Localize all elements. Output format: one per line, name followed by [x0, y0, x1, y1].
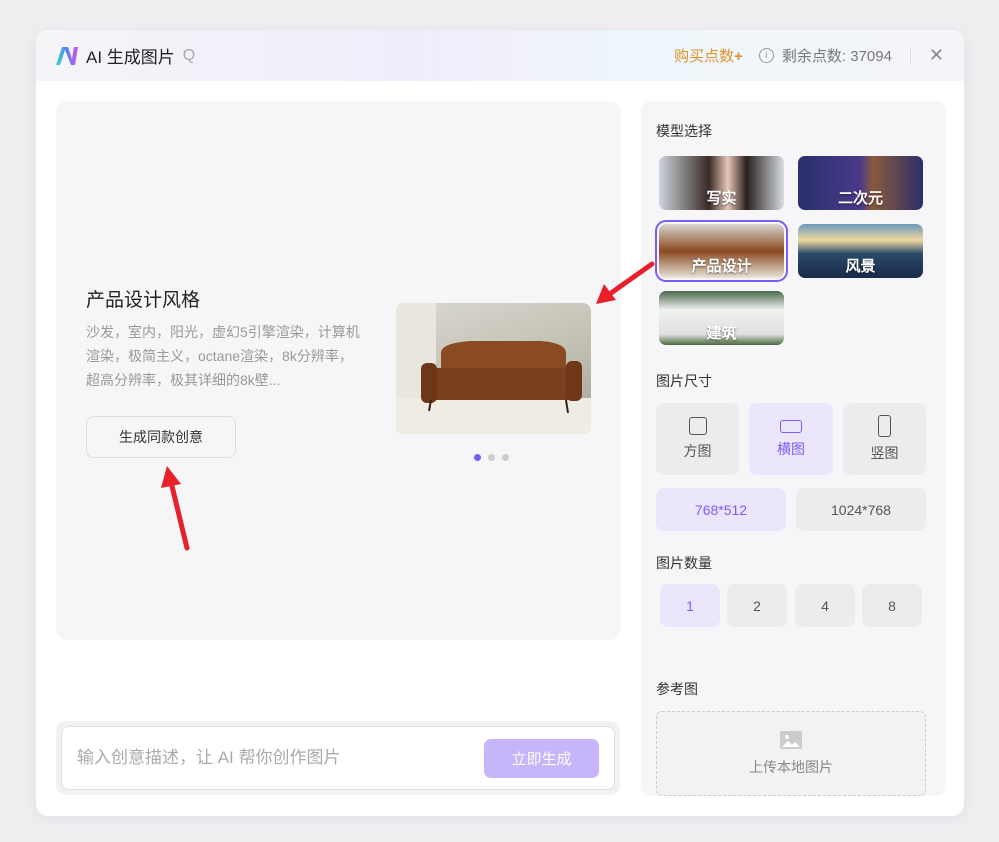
ai-image-dialog: AI 生成图片 Q 购买点数+ i 剩余点数: 37094 ✕ 产品设计风格 沙… [36, 30, 964, 816]
search-icon[interactable]: Q [183, 47, 195, 65]
dialog-title: AI 生成图片 [86, 48, 175, 67]
model-section-title: 模型选择 [656, 123, 712, 139]
divider [909, 46, 911, 65]
generate-similar-button[interactable]: 生成同款创意 [86, 416, 236, 458]
count-8[interactable]: 8 [862, 584, 922, 627]
remaining-points: 剩余点数: 37094 [781, 48, 892, 65]
carousel-dots [474, 454, 509, 461]
info-icon[interactable]: i [758, 48, 774, 63]
prompt-input[interactable] [77, 748, 484, 768]
count-2[interactable]: 2 [727, 584, 787, 627]
shape-portrait-button[interactable]: 竖图 [843, 403, 926, 475]
model-anime[interactable]: 二次元 [798, 156, 923, 210]
style-title: 产品设计风格 [86, 290, 201, 311]
preview-card: 产品设计风格 沙发，室内，阳光，虚幻5引擎渲染，计算机渲染，极简主义，octan… [56, 101, 621, 640]
shape-square-button[interactable]: 方图 [656, 403, 739, 475]
upload-reference-area[interactable]: 上传本地图片 [656, 711, 926, 796]
close-button[interactable]: ✕ [929, 45, 944, 66]
model-architecture[interactable]: 建筑 [659, 291, 784, 345]
prompt-bar: 立即生成 [56, 721, 620, 795]
app-logo-icon [56, 46, 78, 65]
reference-section-title: 参考图 [656, 681, 698, 697]
dialog-header: AI 生成图片 Q 购买点数+ i 剩余点数: 37094 ✕ [36, 30, 964, 81]
size-section-title: 图片尺寸 [656, 373, 712, 389]
buy-points-label: 购买点数 [674, 48, 735, 65]
count-1[interactable]: 1 [660, 584, 720, 627]
resolution-1024x768[interactable]: 1024*768 [796, 488, 926, 531]
count-section-title: 图片数量 [656, 555, 712, 571]
upload-label: 上传本地图片 [749, 758, 833, 775]
plus-icon: + [734, 48, 743, 65]
resolution-768x512[interactable]: 768*512 [656, 488, 786, 531]
shape-landscape-button[interactable]: 横图 [749, 403, 833, 475]
square-icon [688, 417, 707, 435]
preview-image[interactable] [396, 303, 591, 434]
carousel-dot[interactable] [488, 454, 495, 461]
image-icon [780, 730, 802, 749]
count-4[interactable]: 4 [795, 584, 855, 627]
settings-panel: 模型选择 写实 二次元 产品设计 风景 建筑 图片尺寸 方图 横图 竖图 768… [641, 101, 946, 796]
model-product-design[interactable]: 产品设计 [655, 220, 788, 282]
shape-label: 竖图 [870, 445, 899, 461]
portrait-icon [878, 415, 891, 437]
style-description: 沙发，室内，阳光，虚幻5引擎渲染，计算机渲染，极简主义，octane渲染，8k分… [86, 324, 360, 388]
sofa-image [396, 303, 591, 434]
model-realistic[interactable]: 写实 [659, 156, 784, 210]
shape-label: 横图 [777, 440, 805, 457]
generate-button[interactable]: 立即生成 [484, 738, 599, 778]
landscape-icon [780, 419, 802, 433]
carousel-dot[interactable] [502, 454, 509, 461]
buy-points-link[interactable]: 购买点数+ [674, 45, 743, 66]
shape-label: 方图 [683, 443, 712, 459]
carousel-dot[interactable] [474, 454, 481, 461]
model-landscape[interactable]: 风景 [798, 224, 923, 278]
